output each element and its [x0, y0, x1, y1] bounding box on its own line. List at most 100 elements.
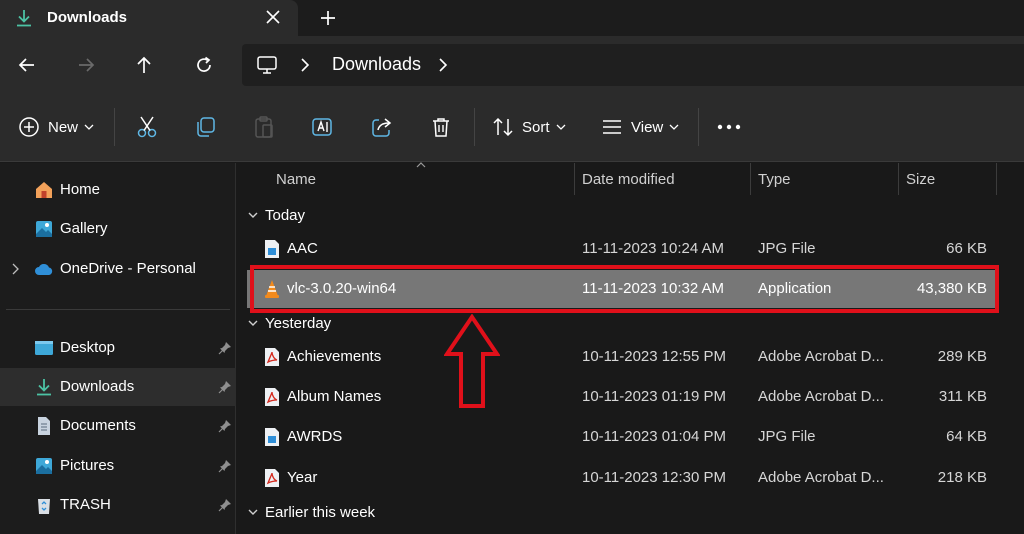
- file-row-year[interactable]: Year 10-11-2023 12:30 PM Adobe Acrobat D…: [247, 459, 999, 497]
- pdf-icon: [265, 469, 279, 487]
- sidebar-item-desktop[interactable]: Desktop: [0, 329, 236, 367]
- column-label: Date modified: [582, 171, 675, 188]
- image-file-icon: [265, 428, 279, 446]
- more-options-button[interactable]: [717, 114, 741, 140]
- up-button[interactable]: [131, 52, 157, 78]
- close-icon[interactable]: [264, 8, 282, 26]
- group-header-today[interactable]: Today: [247, 203, 305, 227]
- sidebar-item-label: TRASH: [60, 496, 111, 513]
- address-bar[interactable]: Downloads: [242, 44, 1024, 86]
- new-button[interactable]: New: [18, 114, 94, 140]
- sidebar-item-downloads[interactable]: Downloads: [0, 368, 236, 406]
- new-button-label: New: [48, 118, 79, 136]
- view-button[interactable]: View: [601, 114, 679, 140]
- sort-icon: [493, 117, 513, 137]
- toolbar-divider: [698, 108, 699, 146]
- file-date: 10-11-2023 01:19 PM: [582, 388, 726, 405]
- column-header-size[interactable]: Size: [898, 163, 996, 195]
- column-header-type[interactable]: Type: [750, 163, 898, 195]
- download-icon: [37, 379, 51, 396]
- pdf-icon: [265, 388, 279, 406]
- delete-icon: [433, 118, 449, 137]
- more-icon: [717, 124, 741, 130]
- file-name: AWRDS: [287, 428, 343, 445]
- group-label: Earlier this week: [265, 503, 376, 521]
- chevron-down-icon: [669, 124, 679, 130]
- sidebar-item-home[interactable]: Home: [0, 171, 236, 209]
- file-row-achievements[interactable]: Achievements 10-11-2023 12:55 PM Adobe A…: [247, 338, 999, 376]
- file-row-awrds[interactable]: AWRDS 10-11-2023 01:04 PM JPG File 64 KB: [247, 418, 999, 456]
- navigation-pane: Home Gallery OneDrive - Personal Desktop: [0, 163, 236, 534]
- column-header-date[interactable]: Date modified: [574, 163, 750, 195]
- chevron-right-icon[interactable]: [10, 263, 20, 275]
- file-row-aac[interactable]: AAC 11-11-2023 10:24 AM JPG File 66 KB: [247, 230, 999, 268]
- pin-icon[interactable]: [218, 341, 232, 355]
- gallery-icon: [36, 221, 52, 237]
- rename-icon: [312, 118, 332, 136]
- pin-icon[interactable]: [218, 419, 232, 433]
- group-header-earlier-this-week[interactable]: Earlier this week: [247, 500, 375, 524]
- file-date: 11-11-2023 10:24 AM: [582, 240, 725, 257]
- toolbar-divider: [474, 108, 475, 146]
- file-type: JPG File: [758, 428, 816, 445]
- group-label: Today: [265, 206, 306, 224]
- file-name: Year: [287, 469, 318, 486]
- tab-downloads[interactable]: Downloads: [0, 0, 298, 36]
- sidebar-item-onedrive[interactable]: OneDrive - Personal: [0, 250, 236, 288]
- column-header-name[interactable]: Name: [237, 163, 574, 195]
- chevron-down-icon: [248, 509, 258, 515]
- breadcrumb-downloads[interactable]: Downloads: [332, 54, 421, 75]
- group-label: Yesterday: [265, 314, 332, 332]
- navigation-bar: Downloads: [0, 36, 1024, 94]
- share-button[interactable]: [371, 114, 393, 140]
- sidebar-item-label: Downloads: [60, 378, 135, 395]
- sort-button-label: Sort: [522, 118, 550, 136]
- tab-title: Downloads: [47, 9, 128, 26]
- sidebar-item-label: Pictures: [60, 457, 115, 474]
- chevron-down-icon: [248, 212, 258, 218]
- column-label: Size: [906, 171, 936, 188]
- sidebar-item-label: Desktop: [60, 339, 116, 356]
- sort-button[interactable]: Sort: [492, 114, 566, 140]
- cut-button[interactable]: [136, 114, 158, 140]
- sidebar-item-trash[interactable]: TRASH: [0, 486, 236, 524]
- file-size: 66 KB: [946, 240, 987, 257]
- group-header-yesterday[interactable]: Yesterday: [247, 311, 331, 335]
- recycle-icon: [38, 499, 50, 514]
- delete-button[interactable]: [430, 114, 452, 140]
- plus-icon[interactable]: [318, 8, 338, 28]
- view-icon: [603, 120, 621, 134]
- pin-icon[interactable]: [218, 380, 232, 394]
- highlight-box: [250, 265, 999, 313]
- paste-icon: [255, 116, 273, 138]
- pin-icon[interactable]: [218, 459, 232, 473]
- sidebar-item-pictures[interactable]: Pictures: [0, 447, 236, 485]
- column-label: Type: [758, 171, 791, 188]
- paste-button[interactable]: [253, 114, 275, 140]
- view-button-label: View: [631, 118, 664, 136]
- chevron-down-icon: [248, 320, 258, 326]
- sidebar-item-gallery[interactable]: Gallery: [0, 210, 236, 248]
- file-size: 218 KB: [937, 469, 987, 486]
- toolbar-divider: [114, 108, 115, 146]
- home-icon: [36, 182, 52, 198]
- refresh-button[interactable]: [191, 52, 217, 78]
- chevron-down-icon: [556, 124, 565, 130]
- file-type: JPG File: [758, 240, 816, 257]
- computer-icon: [257, 56, 277, 74]
- chevron-right-icon[interactable]: [298, 57, 312, 73]
- desktop-icon: [35, 341, 53, 355]
- tab-strip: Downloads: [0, 0, 1024, 36]
- file-date: 10-11-2023 12:30 PM: [582, 469, 726, 486]
- pin-icon[interactable]: [218, 498, 232, 512]
- sidebar-item-label: OneDrive - Personal: [60, 260, 196, 277]
- sidebar-item-documents[interactable]: Documents: [0, 407, 236, 445]
- copy-button[interactable]: [194, 114, 216, 140]
- file-type: Adobe Acrobat D...: [758, 388, 884, 405]
- forward-button[interactable]: [73, 52, 99, 78]
- column-divider[interactable]: [996, 163, 997, 195]
- file-row-album-names[interactable]: Album Names 10-11-2023 01:19 PM Adobe Ac…: [247, 378, 999, 416]
- chevron-right-icon[interactable]: [436, 57, 450, 73]
- back-button[interactable]: [14, 52, 40, 78]
- rename-button[interactable]: [311, 114, 335, 140]
